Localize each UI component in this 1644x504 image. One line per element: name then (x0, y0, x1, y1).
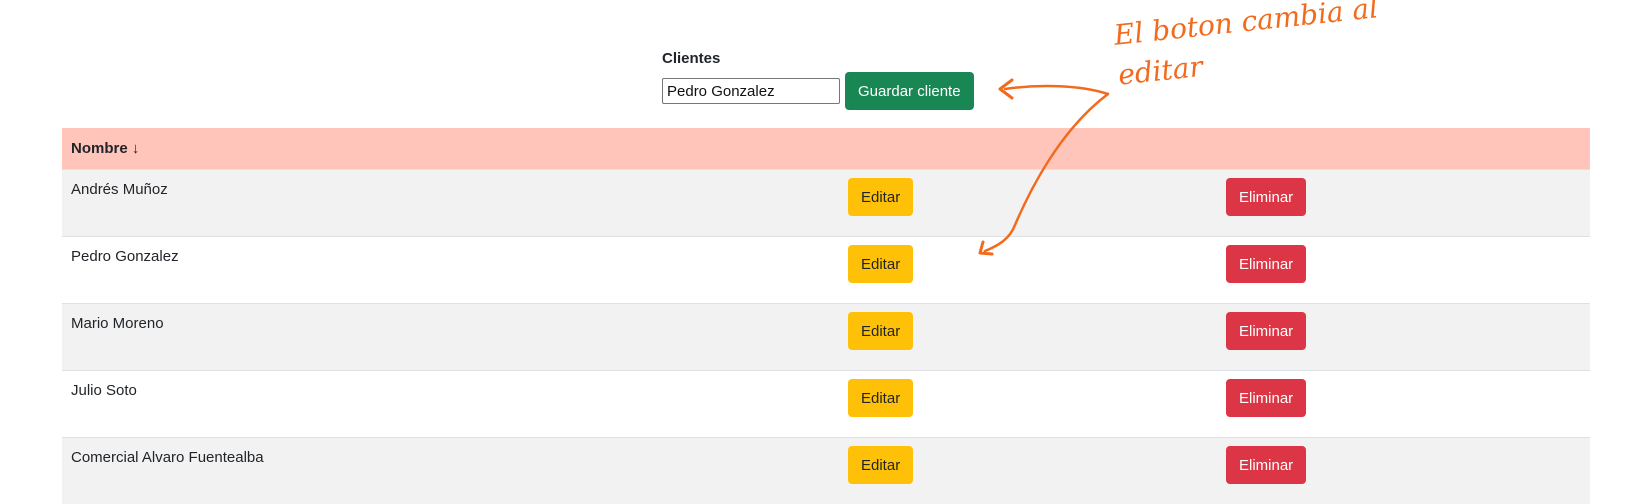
client-name-input[interactable] (662, 78, 840, 104)
table-row: Comercial Alvaro Fuentealba Editar Elimi… (62, 438, 1590, 504)
edit-column-header (839, 128, 1217, 170)
client-name: Mario Moreno (62, 304, 839, 371)
edit-button[interactable]: Editar (848, 312, 913, 350)
table-row: Andrés Muñoz Editar Eliminar (62, 170, 1590, 237)
clients-label: Clientes (662, 50, 974, 67)
delete-column-header (1217, 128, 1590, 170)
delete-button[interactable]: Eliminar (1226, 178, 1306, 216)
client-name: Comercial Alvaro Fuentealba (62, 438, 839, 504)
client-form: Clientes Guardar cliente (662, 50, 974, 110)
edit-button[interactable]: Editar (848, 245, 913, 283)
edit-cell: Editar (839, 237, 1217, 304)
edit-button[interactable]: Editar (848, 446, 913, 484)
table-header-row: Nombre ↓ (62, 128, 1590, 170)
edit-cell: Editar (839, 371, 1217, 438)
edit-cell: Editar (839, 304, 1217, 371)
delete-cell: Eliminar (1217, 371, 1590, 438)
edit-button[interactable]: Editar (848, 379, 913, 417)
delete-cell: Eliminar (1217, 304, 1590, 371)
edit-cell: Editar (839, 438, 1217, 504)
edit-cell: Editar (839, 170, 1217, 237)
delete-button[interactable]: Eliminar (1226, 379, 1306, 417)
delete-cell: Eliminar (1217, 438, 1590, 504)
arrow-to-save-button (1005, 86, 1108, 94)
delete-button[interactable]: Eliminar (1226, 245, 1306, 283)
delete-cell: Eliminar (1217, 237, 1590, 304)
edit-button[interactable]: Editar (848, 178, 913, 216)
delete-button[interactable]: Eliminar (1226, 446, 1306, 484)
arrowhead-save (1000, 80, 1012, 98)
table-row: Julio Soto Editar Eliminar (62, 371, 1590, 438)
table-row: Mario Moreno Editar Eliminar (62, 304, 1590, 371)
save-client-button[interactable]: Guardar cliente (845, 72, 974, 110)
delete-cell: Eliminar (1217, 170, 1590, 237)
client-name: Pedro Gonzalez (62, 237, 839, 304)
clients-table: Nombre ↓ Andrés Muñoz Editar Eliminar Pe… (62, 128, 1590, 504)
annotation-note: El boton cambia al editar (1112, 0, 1439, 96)
client-name: Andrés Muñoz (62, 170, 839, 237)
name-column-header[interactable]: Nombre ↓ (62, 128, 839, 170)
client-name: Julio Soto (62, 371, 839, 438)
form-row: Guardar cliente (662, 72, 974, 110)
delete-button[interactable]: Eliminar (1226, 312, 1306, 350)
table-row: Pedro Gonzalez Editar Eliminar (62, 237, 1590, 304)
